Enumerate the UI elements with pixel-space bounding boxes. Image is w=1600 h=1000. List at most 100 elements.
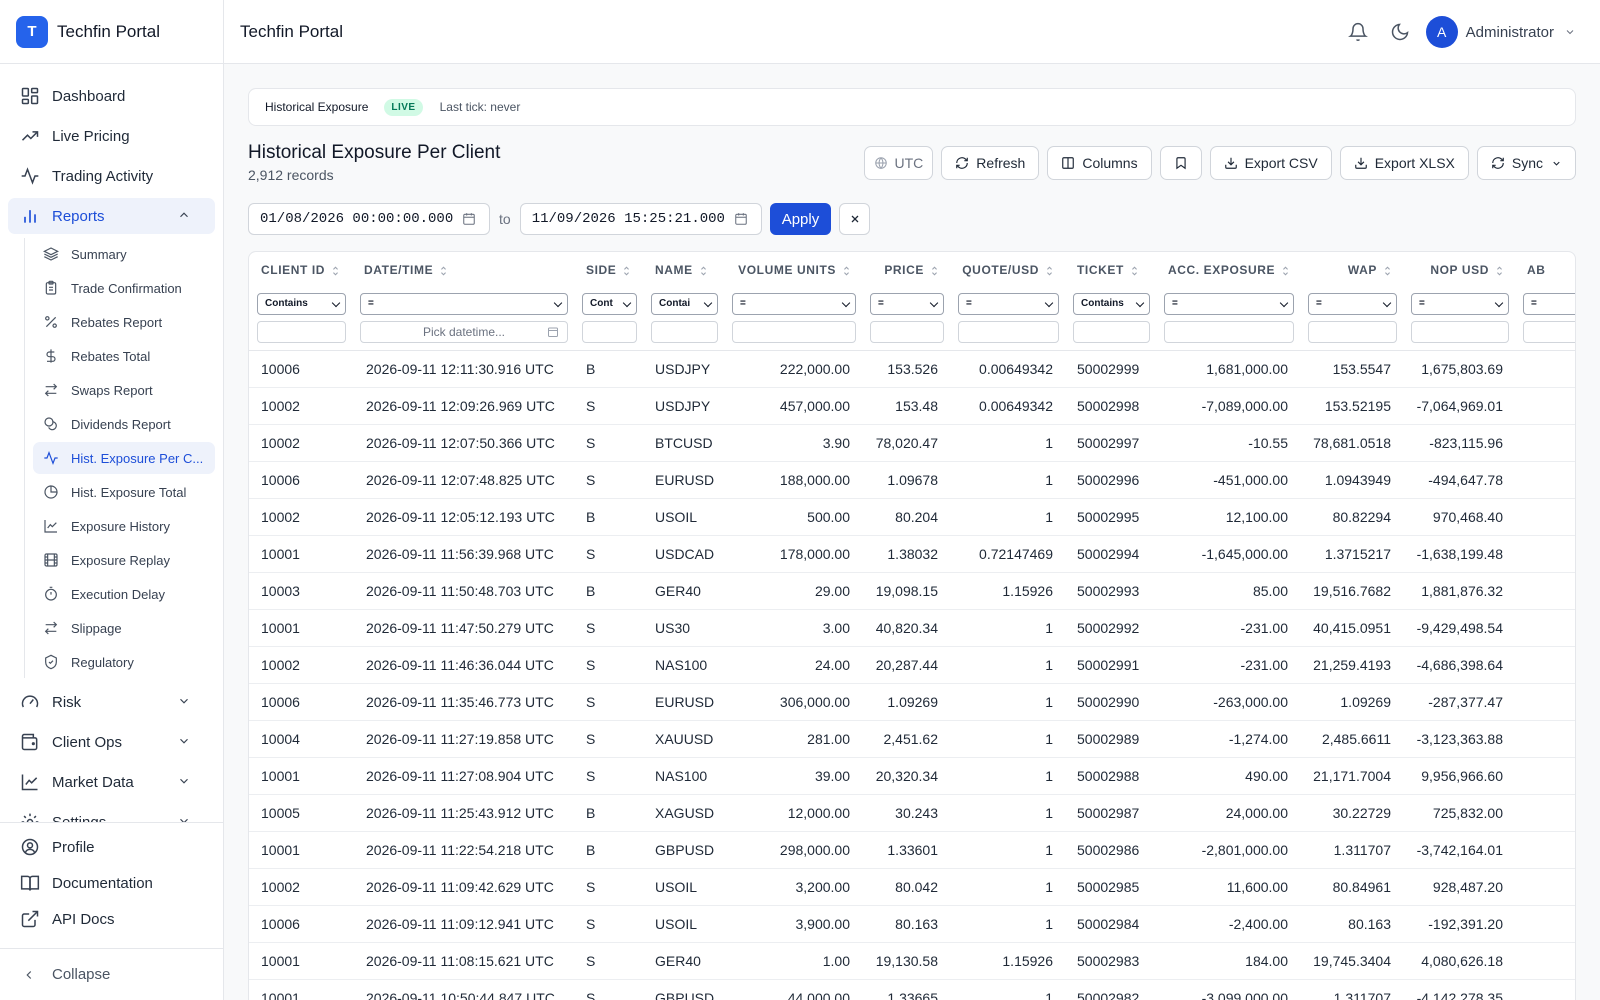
column-filter-operator[interactable]: = xyxy=(1308,293,1397,315)
table-row[interactable]: 10005 2026-09-11 11:25:43.912 UTC B XAGUSD 1… xyxy=(249,795,1575,832)
table-row[interactable]: 10006 2026-09-11 12:07:48.825 UTC S EURUSD 1… xyxy=(249,462,1575,499)
column-filter-input[interactable] xyxy=(732,321,856,343)
table-row[interactable]: 10002 2026-09-11 12:09:26.969 UTC S USDJPY 4… xyxy=(249,388,1575,425)
table-row[interactable]: 10003 2026-09-11 11:50:48.703 UTC B GER40 29… xyxy=(249,573,1575,610)
sidebar-item-swaps-report[interactable]: Swaps Report xyxy=(33,374,215,406)
table-row[interactable]: 10006 2026-09-11 11:09:12.941 UTC S USOIL 3,… xyxy=(249,906,1575,943)
column-header[interactable]: NOP USD xyxy=(1403,252,1515,288)
column-header[interactable]: QUOTE/USD xyxy=(950,252,1065,288)
sidebar-item-exposure-replay[interactable]: Exposure Replay xyxy=(33,544,215,576)
sidebar-item-exposure-history[interactable]: Exposure History xyxy=(33,510,215,542)
column-filter-input[interactable] xyxy=(1411,321,1509,343)
sidebar-item-slippage[interactable]: Slippage xyxy=(33,612,215,644)
sort-icon[interactable] xyxy=(1377,263,1391,277)
column-filter-operator[interactable]: Contains xyxy=(1073,293,1150,315)
sidebar-item-market-data[interactable]: Market Data xyxy=(8,764,215,800)
column-header[interactable]: WAP xyxy=(1300,252,1403,288)
column-header[interactable]: ACC. EXPOSURE xyxy=(1156,252,1300,288)
bell-icon[interactable] xyxy=(1347,22,1368,42)
sort-icon[interactable] xyxy=(1489,263,1503,277)
sort-icon[interactable] xyxy=(1039,263,1053,277)
column-filter-operator[interactable]: = xyxy=(360,293,568,315)
column-header[interactable]: NAME xyxy=(643,252,724,288)
date-from-input[interactable]: 01/08/2026 00:00:00.000 xyxy=(248,203,490,235)
column-filter-operator[interactable]: = xyxy=(1523,293,1575,315)
table-row[interactable]: 10001 2026-09-11 11:56:39.968 UTC S USDCAD 1… xyxy=(249,536,1575,573)
table-row[interactable]: 10002 2026-09-11 12:07:50.366 UTC S BTCUSD 3… xyxy=(249,425,1575,462)
column-filter-input[interactable] xyxy=(1164,321,1294,343)
column-filter-operator[interactable]: = xyxy=(732,293,856,315)
sidebar-item-rebates-total[interactable]: Rebates Total xyxy=(33,340,215,372)
columns-button[interactable]: Columns xyxy=(1047,146,1152,180)
column-header[interactable]: SIDE xyxy=(574,252,643,288)
sort-icon[interactable] xyxy=(836,263,850,277)
sidebar-item-dividends-report[interactable]: Dividends Report xyxy=(33,408,215,440)
table-row[interactable]: 10001 2026-09-11 11:47:50.279 UTC S US30 3.0… xyxy=(249,610,1575,647)
column-filter-input[interactable] xyxy=(582,321,637,343)
column-filter-operator[interactable]: = xyxy=(1164,293,1294,315)
column-header[interactable]: CLIENT ID xyxy=(249,252,352,288)
date-to-input[interactable]: 11/09/2026 15:25:21.000 xyxy=(519,203,762,235)
sidebar-item-trading-activity[interactable]: Trading Activity xyxy=(8,158,215,194)
column-header[interactable]: DATE/TIME xyxy=(352,252,574,288)
sort-icon[interactable] xyxy=(325,263,339,277)
table-row[interactable]: 10002 2026-09-11 11:46:36.044 UTC S NAS100 2… xyxy=(249,647,1575,684)
moon-icon[interactable] xyxy=(1390,22,1410,42)
column-filter-operator[interactable]: = xyxy=(958,293,1059,315)
sort-icon[interactable] xyxy=(616,263,630,277)
column-filter-operator[interactable]: Cont xyxy=(582,293,637,315)
sidebar-item-api-docs[interactable]: API Docs xyxy=(8,903,215,935)
column-filter-input[interactable] xyxy=(257,321,346,343)
table-row[interactable]: 10001 2026-09-11 11:27:08.904 UTC S NAS100 3… xyxy=(249,758,1575,795)
table-row[interactable]: 10006 2026-09-11 12:11:30.916 UTC B USDJPY 2… xyxy=(249,351,1575,388)
table-row[interactable]: 10002 2026-09-11 12:05:12.193 UTC B USOIL 50… xyxy=(249,499,1575,536)
table-row[interactable]: 10002 2026-09-11 11:09:42.629 UTC S USOIL 3,… xyxy=(249,869,1575,906)
export-xlsx-button[interactable]: Export XLSX xyxy=(1339,146,1469,180)
clear-filter-button[interactable] xyxy=(839,203,871,235)
column-filter-input[interactable] xyxy=(1308,321,1397,343)
table-row[interactable]: 10001 2026-09-11 11:22:54.218 UTC B GBPUSD 2… xyxy=(249,832,1575,869)
sidebar-item-summary[interactable]: Summary xyxy=(33,238,215,270)
column-filter-input[interactable]: Pick datetime... xyxy=(360,321,568,343)
column-header[interactable]: AB xyxy=(1515,252,1575,288)
column-header[interactable]: VOLUME UNITS xyxy=(724,252,862,288)
column-filter-operator[interactable]: Contai xyxy=(651,293,718,315)
sidebar-item-rebates-report[interactable]: Rebates Report xyxy=(33,306,215,338)
sidebar-item-hist-exposure-total[interactable]: Hist. Exposure Total xyxy=(33,476,215,508)
column-filter-input[interactable] xyxy=(1073,321,1150,343)
sidebar-item-profile[interactable]: Profile xyxy=(8,831,215,863)
sidebar-item-reports[interactable]: Reports xyxy=(8,198,215,234)
column-header[interactable]: TICKET xyxy=(1065,252,1156,288)
user-menu[interactable]: Administrator xyxy=(1466,24,1554,41)
column-filter-operator[interactable]: = xyxy=(870,293,944,315)
table-row[interactable]: 10004 2026-09-11 11:27:19.858 UTC S XAUUSD 2… xyxy=(249,721,1575,758)
column-filter-input[interactable] xyxy=(870,321,944,343)
sort-icon[interactable] xyxy=(433,263,447,277)
sidebar-item-live-pricing[interactable]: Live Pricing xyxy=(8,118,215,154)
sidebar-item-settings[interactable]: Settings xyxy=(8,804,215,822)
bookmark-button[interactable] xyxy=(1159,146,1202,180)
sidebar-item-client-ops[interactable]: Client Ops xyxy=(8,724,215,760)
apply-button[interactable]: Apply xyxy=(769,203,832,235)
sidebar-item-execution-delay[interactable]: Execution Delay xyxy=(33,578,215,610)
column-filter-operator[interactable]: Contains xyxy=(257,293,346,315)
sidebar-item-regulatory[interactable]: Regulatory xyxy=(33,646,215,678)
chevron-down-icon[interactable] xyxy=(1564,26,1576,38)
timezone-button[interactable]: UTC xyxy=(863,146,934,180)
column-filter-input[interactable] xyxy=(1523,321,1575,343)
column-header[interactable]: PRICE xyxy=(862,252,950,288)
sort-icon[interactable] xyxy=(924,263,938,277)
sort-icon[interactable] xyxy=(693,263,707,277)
sync-button[interactable]: Sync xyxy=(1476,146,1576,180)
avatar[interactable]: A xyxy=(1425,16,1458,48)
collapse-sidebar-button[interactable]: Collapse xyxy=(0,948,223,1000)
sort-icon[interactable] xyxy=(1124,263,1138,277)
refresh-button[interactable]: Refresh xyxy=(941,146,1040,180)
export-csv-button[interactable]: Export CSV xyxy=(1209,146,1332,180)
sidebar-item-hist-exposure-per-client[interactable]: Hist. Exposure Per C... xyxy=(33,442,215,474)
sidebar-item-trade-confirmation[interactable]: Trade Confirmation xyxy=(33,272,215,304)
sidebar-item-risk[interactable]: Risk xyxy=(8,684,215,720)
sort-icon[interactable] xyxy=(1275,263,1289,277)
column-filter-input[interactable] xyxy=(958,321,1059,343)
column-filter-input[interactable] xyxy=(651,321,718,343)
